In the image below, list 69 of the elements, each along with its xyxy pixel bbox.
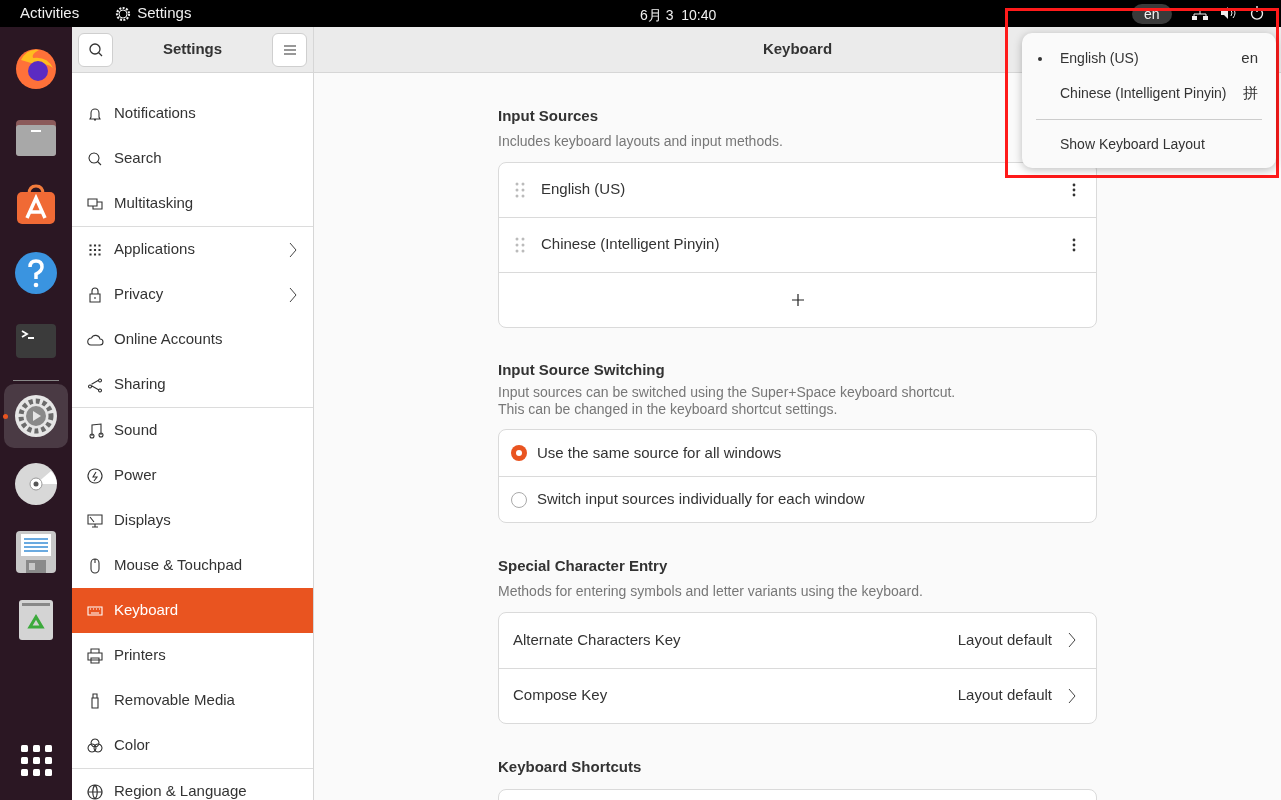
color-circles-icon: [86, 736, 104, 755]
search-icon: [87, 41, 104, 58]
sidebar-item[interactable]: Color: [72, 723, 313, 768]
page-title: Keyboard: [762, 39, 833, 60]
share-icon: [86, 375, 104, 394]
activities-button[interactable]: Activities: [20, 2, 80, 25]
sidebar-item[interactable]: Region & Language: [72, 769, 313, 800]
menu-icon: [283, 44, 296, 55]
section-description: Methods for entering symbols and letter variants using the keyboard.: [498, 581, 924, 601]
section-heading: Special Character Entry: [498, 556, 669, 576]
section-heading: Input Source Switching: [498, 359, 666, 380]
clock[interactable]: 6月 3 10:40: [640, 5, 717, 26]
sidebar-item[interactable]: Sharing: [72, 362, 313, 407]
radio-option[interactable]: Use the same source for all windows: [499, 430, 1096, 476]
section-heading: Input Sources: [498, 106, 599, 126]
menu-item[interactable]: Show Keyboard Layout: [1022, 128, 1276, 160]
search-icon: [86, 149, 104, 168]
sidebar-item[interactable]: Multitasking: [72, 181, 313, 226]
sidebar-item[interactable]: Mouse & Touchpad: [72, 543, 313, 588]
app-grid-icon[interactable]: [21, 745, 53, 777]
sidebar-item[interactable]: Search: [72, 136, 313, 181]
gear-icon: [13, 393, 59, 439]
printer-icon: [86, 646, 104, 665]
help-icon: [13, 250, 59, 296]
section-description: Input sources can be switched using the Super+Space keyboard shortcut.: [498, 384, 957, 401]
app-menu[interactable]: Settings: [137, 2, 192, 25]
more-options-icon[interactable]: [1072, 182, 1076, 197]
sidebar-item[interactable]: Sound: [72, 408, 313, 453]
menu-item[interactable]: Chinese (Intelligent Pinyin) 拼: [1022, 76, 1276, 111]
more-options-icon[interactable]: [1072, 237, 1076, 252]
setting-row[interactable]: Alternate Characters Key Layout default: [499, 612, 1096, 668]
menu-item[interactable]: English (US) en: [1022, 41, 1276, 76]
search-button[interactable]: [78, 32, 113, 67]
gear-icon: [115, 5, 132, 22]
sidebar-item[interactable]: Printers: [72, 633, 313, 678]
sidebar-item[interactable]: Online Accounts: [72, 317, 313, 362]
input-source-row[interactable]: Chinese (Intelligent Pinyin): [499, 217, 1096, 273]
section-description: Includes keyboard layouts and input methods.: [498, 131, 783, 151]
radio-option[interactable]: Switch input sources individually for each window: [499, 476, 1096, 522]
setting-row[interactable]: Compose Key Layout default: [499, 667, 1096, 723]
sidebar-item[interactable]: Applications: [72, 227, 313, 272]
section-description: This can be changed in the keyboard shortcut settings.: [498, 401, 839, 418]
sidebar-item[interactable]: Power: [72, 453, 313, 498]
globe-icon: [86, 782, 104, 800]
add-button[interactable]: [789, 291, 806, 308]
sidebar-item[interactable]: Keyboard: [72, 588, 313, 633]
section-heading: Keyboard Shortcuts: [498, 756, 643, 777]
sidebar-item[interactable]: Privacy: [72, 272, 313, 317]
network-icon[interactable]: [1192, 8, 1208, 20]
browser-icon: [13, 46, 59, 92]
drag-handle-icon: [515, 236, 525, 253]
drag-handle-icon: [515, 181, 525, 198]
lightning-icon: [86, 466, 104, 485]
sidebar-title: Settings: [162, 39, 223, 60]
radio-button[interactable]: [511, 491, 527, 508]
lock-icon: [86, 285, 104, 304]
sidebar-item[interactable]: Displays: [72, 498, 313, 543]
sidebar-item[interactable]: Removable Media: [72, 678, 313, 723]
chevron-right-icon: [1068, 687, 1076, 704]
radio-button[interactable]: [511, 445, 527, 461]
sidebar-item[interactable]: Notifications: [72, 91, 313, 136]
music-note-icon: [86, 421, 104, 440]
disc-icon: [13, 461, 59, 507]
dock-item[interactable]: [4, 384, 68, 448]
menu-button[interactable]: [272, 32, 307, 67]
chevron-right-icon: [1068, 632, 1076, 648]
power-icon[interactable]: [1250, 6, 1264, 20]
add-icon: [791, 293, 804, 306]
display-icon: [86, 511, 104, 530]
